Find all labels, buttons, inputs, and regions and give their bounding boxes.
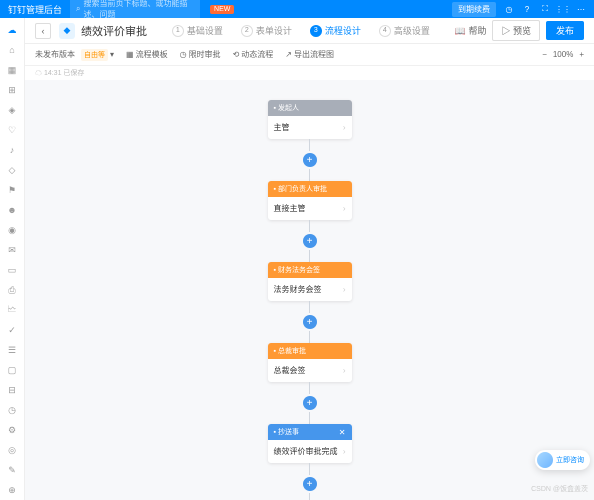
rail-diamond-icon[interactable]: ◇ [6, 164, 18, 176]
rail-check-icon[interactable]: ✓ [6, 324, 18, 336]
help-link[interactable]: 📖 帮助 [455, 24, 487, 37]
chevron-right-icon: › [343, 285, 346, 294]
rail-clock-icon[interactable]: ◷ [6, 404, 18, 416]
search-icon: ⌕ [76, 4, 80, 14]
node-body: 主管› [268, 116, 352, 139]
dropdown-icon[interactable]: ⋯ [576, 4, 586, 14]
rail-list-icon[interactable]: ☰ [6, 344, 18, 356]
grid-icon[interactable]: ⋮⋮ [558, 4, 568, 14]
flow-node[interactable]: ▪财务法务会签法务财务会签› [268, 262, 352, 301]
tab-basic[interactable]: 1基础设置 [172, 24, 223, 37]
avatar-icon [537, 452, 553, 468]
chevron-right-icon: › [343, 204, 346, 213]
rail-apps-icon[interactable]: ▦ [6, 64, 18, 76]
node-body: 法务财务会签› [268, 278, 352, 301]
rail-flag-icon[interactable]: ⚑ [6, 184, 18, 196]
side-rail: ☁ ⌂ ▦ ⊞ ◈ ♡ ♪ ◇ ⚑ ☻ ◉ ✉ ▭ ⎙ 🗠 ✓ ☰ ▢ ⊟ ◷ … [0, 18, 25, 500]
zoom-in[interactable]: + [579, 50, 584, 59]
node-header: ▪发起人 [268, 100, 352, 116]
tool-template[interactable]: ▦ 流程模板 [126, 49, 168, 60]
tool-dynamic[interactable]: ⟲ 动态流程 [233, 49, 274, 60]
add-node-button[interactable]: + [303, 153, 317, 167]
node-body: 绩效评价审批完成› [268, 440, 352, 463]
add-node-button[interactable]: + [303, 315, 317, 329]
version-label[interactable]: 未发布版本自由等 ▾ [35, 49, 114, 61]
add-node-button[interactable]: + [303, 234, 317, 248]
rail-user-icon[interactable]: ♡ [6, 124, 18, 136]
clock-icon[interactable]: ◷ [504, 4, 514, 14]
flow-node[interactable]: ▪发起人主管› [268, 100, 352, 139]
flow-node[interactable]: ▪抄送事✕绩效评价审批完成› [268, 424, 352, 463]
watermark: CSDN @饭盒盖茨 [531, 484, 588, 494]
help-icon[interactable]: ? [522, 4, 532, 14]
close-icon[interactable]: ✕ [339, 428, 346, 437]
zoom-level: 100% [553, 50, 573, 59]
rail-cloud-icon[interactable]: ☁ [6, 24, 18, 36]
flow-canvas: ▪发起人主管› + ▪部门负责人审批直接主管› + ▪财务法务会签法务财务会签› + ▪总裁… [25, 80, 594, 500]
publish-button[interactable]: 发布 [546, 21, 584, 40]
node-body: 总裁会签› [268, 359, 352, 382]
tab-form[interactable]: 2表单设计 [241, 24, 292, 37]
back-button[interactable]: ‹ [35, 23, 51, 39]
page-icon: ◆ [59, 23, 75, 39]
chevron-right-icon: › [343, 447, 346, 456]
float-help-button[interactable]: 立即咨询 [535, 450, 590, 470]
saved-label: ☁ 14:31 已保存 [25, 66, 594, 80]
flow-node[interactable]: ▪部门负责人审批直接主管› [268, 181, 352, 220]
tab-flow[interactable]: 3流程设计 [310, 24, 361, 37]
promo-button[interactable]: 到期续费 [452, 2, 496, 17]
new-badge: NEW [210, 5, 234, 14]
tool-export[interactable]: ↗ 导出流程图 [285, 49, 334, 60]
rail-target-icon[interactable]: ◎ [6, 444, 18, 456]
zoom-out[interactable]: − [542, 50, 547, 59]
chevron-right-icon: › [343, 366, 346, 375]
rail-gem-icon[interactable]: ◈ [6, 104, 18, 116]
chevron-right-icon: › [343, 123, 346, 132]
rail-doc-icon[interactable]: ◉ [6, 224, 18, 236]
node-header: ▪部门负责人审批 [268, 181, 352, 197]
rail-mail-icon[interactable]: ✉ [6, 244, 18, 256]
node-header: ▪抄送事✕ [268, 424, 352, 440]
node-body: 直接主管› [268, 197, 352, 220]
tab-advanced[interactable]: 4高级设置 [379, 24, 430, 37]
rail-print-icon[interactable]: ⎙ [6, 284, 18, 296]
rail-gear-icon[interactable]: ⚙ [6, 424, 18, 436]
rail-grid-icon[interactable]: ⊞ [6, 84, 18, 96]
rail-square-icon[interactable]: ▢ [6, 364, 18, 376]
app-logo: 钉钉管理后台 [8, 3, 62, 16]
page-title: 绩效评价审批 [81, 23, 147, 39]
node-header: ▪总裁审批 [268, 343, 352, 359]
node-header: ▪财务法务会签 [268, 262, 352, 278]
expand-icon[interactable]: ⛶ [540, 4, 550, 14]
rail-misc-icon[interactable]: ⊕ [6, 484, 18, 496]
preview-button[interactable]: ▷ 预览 [492, 20, 540, 41]
rail-chart-icon[interactable]: 🗠 [6, 304, 18, 316]
add-node-button[interactable]: + [303, 477, 317, 491]
tool-timer[interactable]: ◷ 限时审批 [180, 49, 221, 60]
rail-db-icon[interactable]: ⊟ [6, 384, 18, 396]
rail-edit-icon[interactable]: ✎ [6, 464, 18, 476]
flow-node[interactable]: ▪总裁审批总裁会签› [268, 343, 352, 382]
add-node-button[interactable]: + [303, 396, 317, 410]
rail-music-icon[interactable]: ♪ [6, 144, 18, 156]
rail-home-icon[interactable]: ⌂ [6, 44, 18, 56]
rail-chat-icon[interactable]: ☻ [6, 204, 18, 216]
rail-folder-icon[interactable]: ▭ [6, 264, 18, 276]
